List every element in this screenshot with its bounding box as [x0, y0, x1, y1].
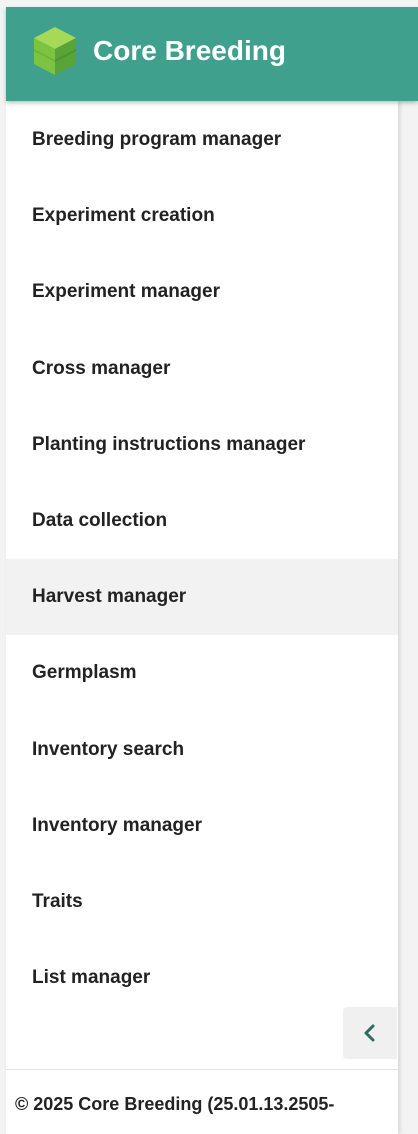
footer-copyright: © 2025 Core Breeding (25.01.13.2505- — [15, 1094, 335, 1114]
nav-item-inventory-search[interactable]: Inventory search — [6, 712, 398, 788]
app-header: Core Breeding — [6, 7, 418, 101]
nav-item-experiment-creation[interactable]: Experiment creation — [6, 178, 398, 254]
navigation-drawer: Breeding program manager Experiment crea… — [6, 101, 398, 1134]
nav-item-cross-manager[interactable]: Cross manager — [6, 331, 398, 407]
chevron-left-icon — [364, 1024, 375, 1042]
collapse-drawer-button[interactable] — [343, 1007, 397, 1059]
nav-list: Breeding program manager Experiment crea… — [6, 102, 398, 1016]
nav-item-planting-instructions-manager[interactable]: Planting instructions manager — [6, 407, 398, 483]
nav-item-traits[interactable]: Traits — [6, 864, 398, 940]
nav-item-data-collection[interactable]: Data collection — [6, 483, 398, 559]
app-page: Core Breeding Breeding program manager E… — [0, 0, 418, 1134]
nav-item-harvest-manager[interactable]: Harvest manager — [6, 559, 398, 636]
nav-item-breeding-program-manager[interactable]: Breeding program manager — [6, 102, 398, 178]
nav-item-germplasm[interactable]: Germplasm — [6, 635, 398, 711]
nav-item-inventory-manager[interactable]: Inventory manager — [6, 788, 398, 864]
nav-item-list-manager[interactable]: List manager — [6, 940, 398, 1016]
nav-item-experiment-manager[interactable]: Experiment manager — [6, 254, 398, 330]
footer-divider — [6, 1069, 398, 1070]
main-content-edge — [398, 101, 418, 1134]
app-title: Core Breeding — [93, 35, 286, 66]
cube-logo-icon — [34, 27, 76, 75]
